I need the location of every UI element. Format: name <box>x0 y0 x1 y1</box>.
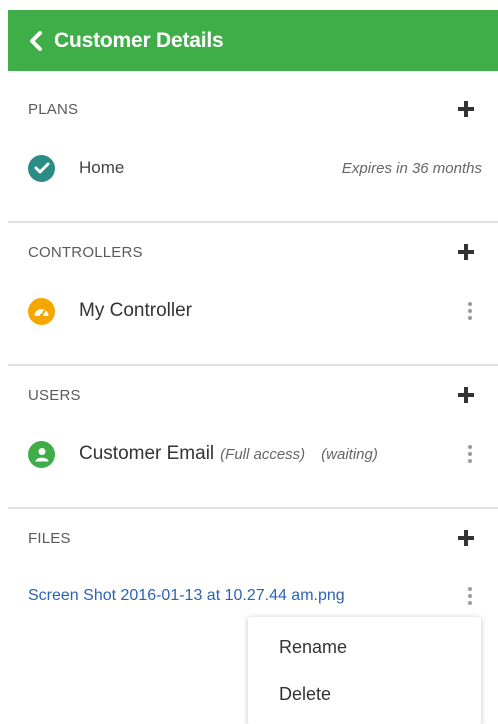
header-back-button[interactable]: Customer Details <box>8 10 498 71</box>
plus-icon <box>458 244 474 260</box>
user-status: (waiting) <box>321 445 378 463</box>
customer-details-screen: Customer Details PLANS Home Expires in 3… <box>0 0 498 724</box>
controller-name: My Controller <box>79 300 192 321</box>
file-row: Screen Shot 2016-01-13 at 10.27.44 am.pn… <box>28 582 476 610</box>
section-title-controllers: CONTROLLERS <box>28 243 143 261</box>
menu-item-delete[interactable]: Delete <box>279 684 331 705</box>
plans-section-header: PLANS <box>28 99 476 119</box>
plus-icon <box>458 387 474 403</box>
users-section: USERS Customer Email (Full access) (wait… <box>8 385 498 509</box>
file-link[interactable]: Screen Shot 2016-01-13 at 10.27.44 am.pn… <box>28 587 345 605</box>
plan-name: Home <box>79 158 125 177</box>
controllers-section-header: CONTROLLERS <box>28 242 476 262</box>
page-title: Customer Details <box>54 28 224 52</box>
plus-icon <box>458 101 474 117</box>
controller-row[interactable]: My Controller <box>28 297 476 325</box>
user-row[interactable]: Customer Email (Full access) (waiting) <box>28 440 476 468</box>
files-section-header: FILES <box>28 528 476 548</box>
controllers-section: CONTROLLERS My Controller <box>8 242 498 366</box>
file-more-options-icon[interactable] <box>464 586 476 606</box>
add-plan-button[interactable] <box>456 99 476 119</box>
user-email: Customer Email <box>79 443 215 464</box>
plan-expiry: Expires in 36 months <box>341 159 482 177</box>
chevron-left-icon <box>28 30 48 52</box>
controller-more-options-icon[interactable] <box>464 301 476 321</box>
check-icon <box>28 154 55 182</box>
menu-item-rename[interactable]: Rename <box>279 637 347 658</box>
users-section-header: USERS <box>28 385 476 405</box>
plan-row[interactable]: Home Expires in 36 months <box>28 154 482 182</box>
section-title-files: FILES <box>28 529 71 547</box>
plus-icon <box>458 530 474 546</box>
add-user-button[interactable] <box>456 385 476 405</box>
plans-section: PLANS Home Expires in 36 months <box>8 99 498 223</box>
file-context-menu: Rename Delete <box>248 617 481 724</box>
user-icon <box>28 440 55 468</box>
files-section: FILES Screen Shot 2016-01-13 at 10.27.44… <box>8 528 498 624</box>
section-title-plans: PLANS <box>28 100 79 118</box>
gauge-icon <box>28 297 55 325</box>
user-more-options-icon[interactable] <box>464 444 476 464</box>
add-file-button[interactable] <box>456 528 476 548</box>
section-title-users: USERS <box>28 386 81 404</box>
user-access-level: (Full access) <box>220 445 306 463</box>
add-controller-button[interactable] <box>456 242 476 262</box>
